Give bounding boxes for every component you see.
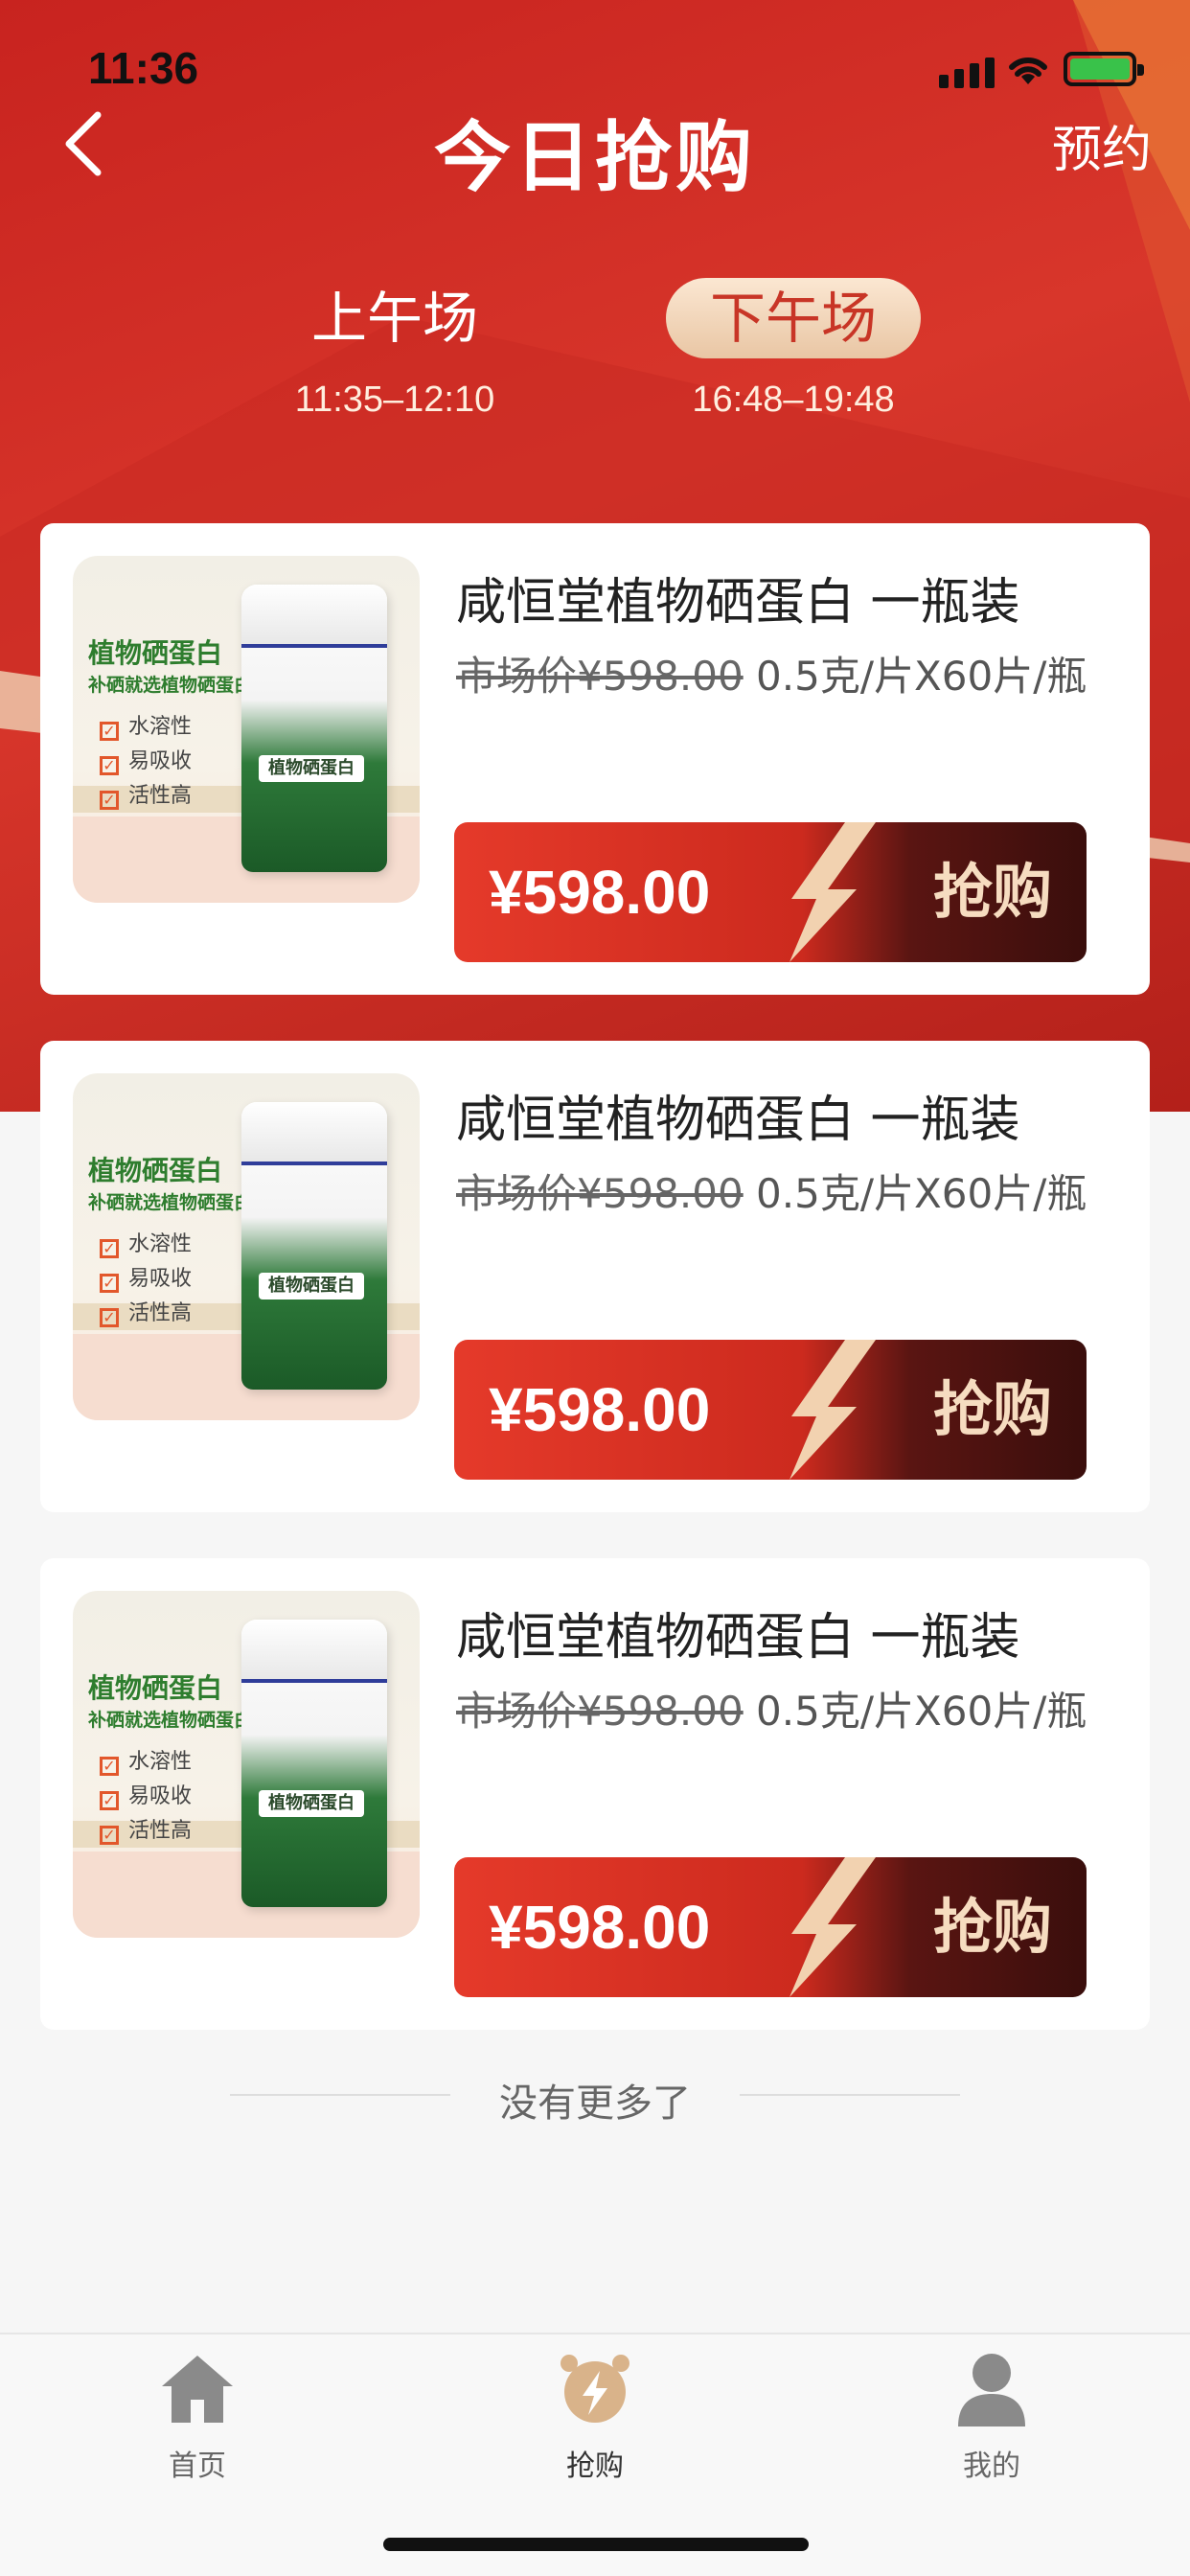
buy-label: 抢购 — [932, 1892, 1052, 1962]
session-time: 11:35–12:10 — [294, 380, 495, 420]
battery-icon — [1064, 52, 1144, 86]
buy-label: 抢购 — [932, 857, 1052, 927]
product-spec: 市场价¥598.00 0.5克/片X60片/瓶 — [456, 653, 1087, 700]
tab-home[interactable]: 首页 — [102, 2348, 293, 2484]
page-title: 今日抢购 — [434, 113, 756, 202]
list-end-indicator: 没有更多了 — [0, 2060, 1190, 2128]
tab-label: 抢购 — [566, 2450, 624, 2483]
session-tab-morning[interactable]: 上午场 11:35–12:10 — [261, 278, 529, 421]
product-card[interactable]: 植物硒蛋白 补硒就选植物硒蛋白！ ✓ 水溶性 ✓ 易吸收 ✓ 活性高 植物硒蛋白 咸恒… — [40, 1558, 1150, 2030]
sale-price: ¥598.00 — [489, 858, 711, 927]
tab-label: 我的 — [963, 2450, 1020, 2483]
cellular-signal-icon — [939, 58, 995, 88]
session-time: 16:48–19:48 — [692, 380, 895, 420]
buy-button[interactable]: ¥598.00 抢购 — [454, 822, 1087, 962]
tab-me[interactable]: 我的 — [896, 2348, 1087, 2484]
product-card[interactable]: 植物硒蛋白 补硒就选植物硒蛋白！ ✓ 水溶性 ✓ 易吸收 ✓ 活性高 植物硒蛋白 咸恒… — [40, 523, 1150, 995]
lightning-divider-icon — [790, 822, 876, 962]
product-spec: 市场价¥598.00 0.5克/片X60片/瓶 — [456, 1170, 1087, 1217]
sale-price: ¥598.00 — [489, 1893, 711, 1962]
product-spec: 市场价¥598.00 0.5克/片X60片/瓶 — [456, 1688, 1087, 1735]
session-label: 下午场 — [665, 278, 921, 358]
reserve-button[interactable]: 预约 — [1052, 109, 1152, 181]
tab-label: 首页 — [169, 2450, 226, 2483]
bottle-icon: 植物硒蛋白 — [241, 1620, 387, 1907]
wifi-icon — [1009, 57, 1047, 84]
market-price: 市场价¥598.00 — [456, 653, 744, 700]
buy-label: 抢购 — [932, 1374, 1052, 1444]
buy-button[interactable]: ¥598.00 抢购 — [454, 1340, 1087, 1480]
product-image: 植物硒蛋白 补硒就选植物硒蛋白！ ✓ 水溶性 ✓ 易吸收 ✓ 活性高 植物硒蛋白 — [73, 1073, 420, 1420]
lightning-divider-icon — [790, 1340, 876, 1480]
product-name: 咸恒堂植物硒蛋白 一瓶装 — [456, 1092, 1020, 1149]
bottle-icon: 植物硒蛋白 — [241, 585, 387, 872]
home-indicator — [383, 2538, 809, 2551]
no-more-text: 没有更多了 — [499, 2082, 691, 2126]
product-name: 咸恒堂植物硒蛋白 一瓶装 — [456, 574, 1020, 632]
product-name: 咸恒堂植物硒蛋白 一瓶装 — [456, 1609, 1020, 1667]
bottle-icon: 植物硒蛋白 — [241, 1102, 387, 1390]
product-image: 植物硒蛋白 补硒就选植物硒蛋白！ ✓ 水溶性 ✓ 易吸收 ✓ 活性高 植物硒蛋白 — [73, 1591, 420, 1938]
market-price: 市场价¥598.00 — [456, 1170, 744, 1217]
tab-flash-sale[interactable]: 抢购 — [499, 2348, 691, 2484]
status-time: 11:36 — [88, 43, 199, 93]
home-icon — [162, 2356, 233, 2423]
buy-button[interactable]: ¥598.00 抢购 — [454, 1857, 1087, 1997]
sale-price: ¥598.00 — [489, 1375, 711, 1444]
divider — [740, 2094, 960, 2096]
person-icon — [958, 2354, 1025, 2426]
market-price: 市场价¥598.00 — [456, 1688, 744, 1735]
product-card[interactable]: 植物硒蛋白 补硒就选植物硒蛋白！ ✓ 水溶性 ✓ 易吸收 ✓ 活性高 植物硒蛋白 咸恒… — [40, 1041, 1150, 1512]
product-image: 植物硒蛋白 补硒就选植物硒蛋白！ ✓ 水溶性 ✓ 易吸收 ✓ 活性高 植物硒蛋白 — [73, 556, 420, 903]
alarm-bolt-icon — [561, 2355, 629, 2423]
nav-bar: 今日抢购 预约 — [0, 96, 1190, 202]
session-tab-afternoon[interactable]: 下午场 16:48–19:48 — [659, 278, 927, 421]
session-label: 上午场 — [310, 286, 478, 351]
lightning-divider-icon — [790, 1857, 876, 1997]
